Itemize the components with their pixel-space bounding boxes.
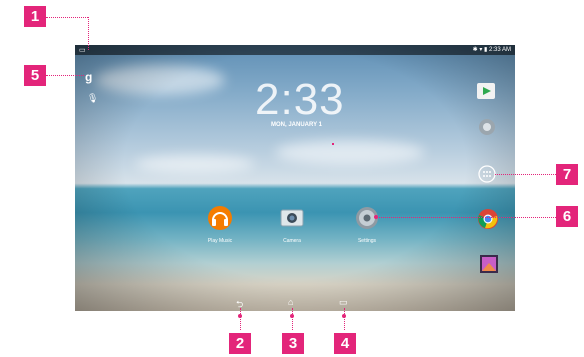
apps-grid-icon[interactable] xyxy=(478,165,496,188)
leader-dot xyxy=(374,215,378,219)
status-time-area: ✱ ▾ ▮ 2:33 AM xyxy=(473,46,511,53)
status-bar[interactable]: ▭ ✱ ▾ ▮ 2:33 AM xyxy=(75,45,515,55)
chrome-icon[interactable] xyxy=(477,208,499,235)
gallery-icon[interactable] xyxy=(480,255,498,278)
leader-line xyxy=(495,174,556,175)
leader-dot xyxy=(238,314,242,318)
leader-line xyxy=(376,217,556,218)
leader-line xyxy=(88,17,89,50)
callout-5: 5 xyxy=(24,65,46,86)
leader-line xyxy=(292,308,293,330)
settings-shortcut-icon[interactable] xyxy=(478,118,496,141)
recents-icon[interactable]: ▭ xyxy=(339,297,348,308)
google-search-icon[interactable]: g xyxy=(85,70,92,84)
app-play-music[interactable]: Play Music xyxy=(198,205,242,244)
app-label: Camera xyxy=(283,238,301,244)
date: MON, JANUARY 1 xyxy=(271,122,323,128)
camera-icon xyxy=(280,209,304,227)
leader-line xyxy=(46,17,88,18)
callout-3: 3 xyxy=(282,333,304,354)
leader-line xyxy=(46,75,84,76)
leader-dot xyxy=(342,314,346,318)
callout-6: 6 xyxy=(556,206,578,227)
headphones-icon xyxy=(208,206,232,230)
home-icon[interactable]: ⌂ xyxy=(288,297,293,307)
home-screen: ▭ ✱ ▾ ▮ 2:33 AM g 🎙 2:33 MON, JANUARY 1 … xyxy=(75,45,515,311)
status-time: 2:33 AM xyxy=(488,47,511,53)
battery-icon: ▮ xyxy=(484,47,488,53)
app-label: Settings xyxy=(357,238,377,244)
callout-4: 4 xyxy=(334,333,356,354)
marker-dot xyxy=(332,143,334,145)
play-store-icon[interactable] xyxy=(476,80,496,105)
clock: 2:33 xyxy=(255,75,345,124)
notification-icon: ▭ xyxy=(79,47,86,54)
leader-line xyxy=(240,308,241,330)
app-label: Play Music xyxy=(207,238,233,244)
leader-dot xyxy=(290,314,294,318)
callout-7: 7 xyxy=(556,164,578,185)
mic-icon[interactable]: 🎙 xyxy=(87,93,98,104)
navigation-bar: ⮌ ⌂ ▭ xyxy=(75,297,515,311)
callout-1: 1 xyxy=(24,6,46,27)
wifi-icon: ▾ xyxy=(479,47,483,53)
bluetooth-icon: ✱ xyxy=(472,47,478,53)
app-settings[interactable]: Settings xyxy=(345,205,389,244)
app-camera[interactable]: Camera xyxy=(270,205,314,244)
callout-2: 2 xyxy=(229,333,251,354)
leader-line xyxy=(344,308,345,330)
